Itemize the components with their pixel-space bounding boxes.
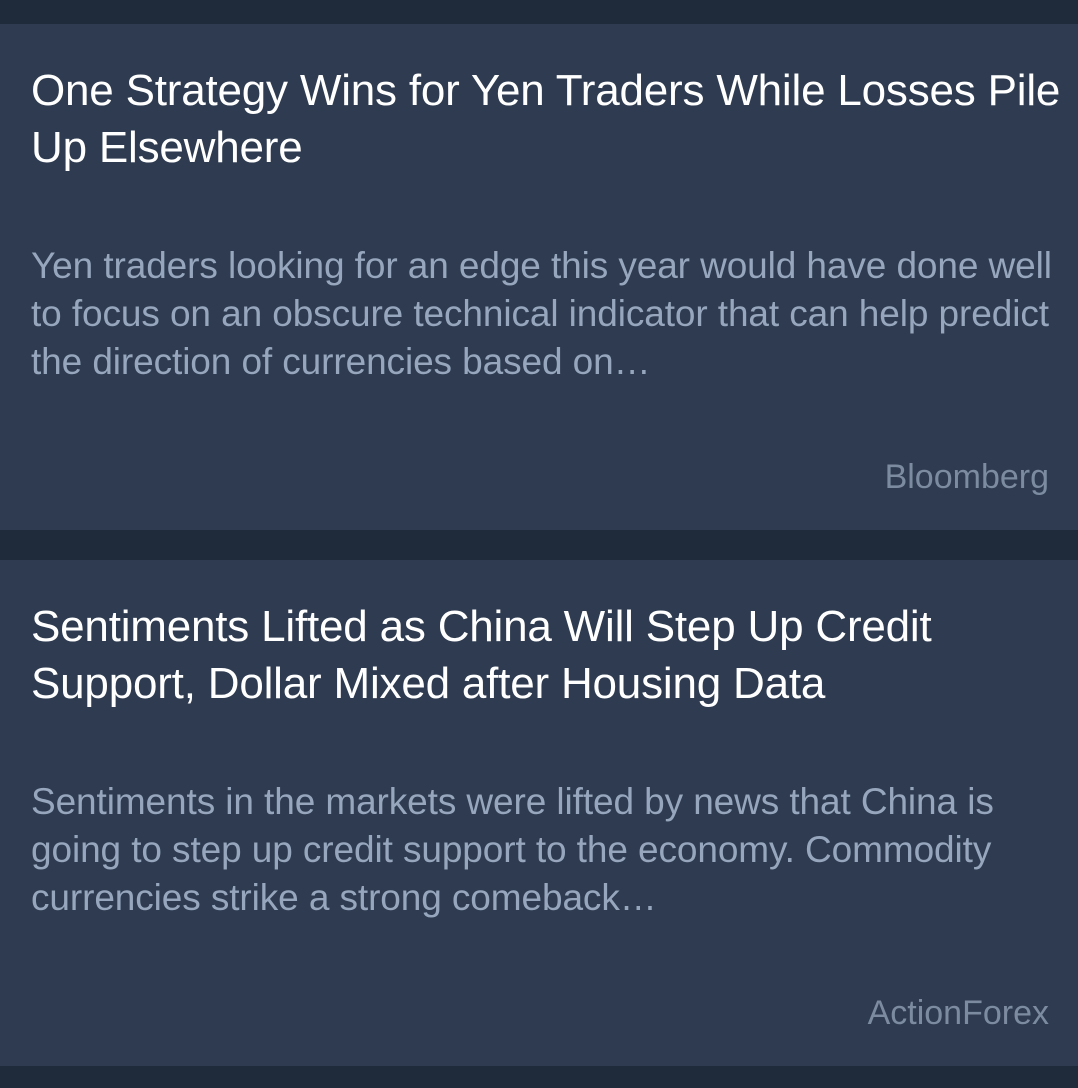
news-source: Bloomberg xyxy=(884,458,1049,496)
news-summary: Yen traders looking for an edge this yea… xyxy=(31,245,1052,382)
news-summary: Sentiments in the markets were lifted by… xyxy=(31,781,994,918)
news-source: ActionForex xyxy=(867,994,1049,1032)
news-card[interactable]: One Strategy Wins for Yen Traders While … xyxy=(0,24,1078,530)
news-feed: One Strategy Wins for Yen Traders While … xyxy=(0,0,1078,1088)
news-headline: One Strategy Wins for Yen Traders While … xyxy=(31,66,1061,172)
news-headline: Sentiments Lifted as China Will Step Up … xyxy=(31,602,932,708)
news-card[interactable]: Sentiments Lifted as China Will Step Up … xyxy=(0,560,1078,1066)
